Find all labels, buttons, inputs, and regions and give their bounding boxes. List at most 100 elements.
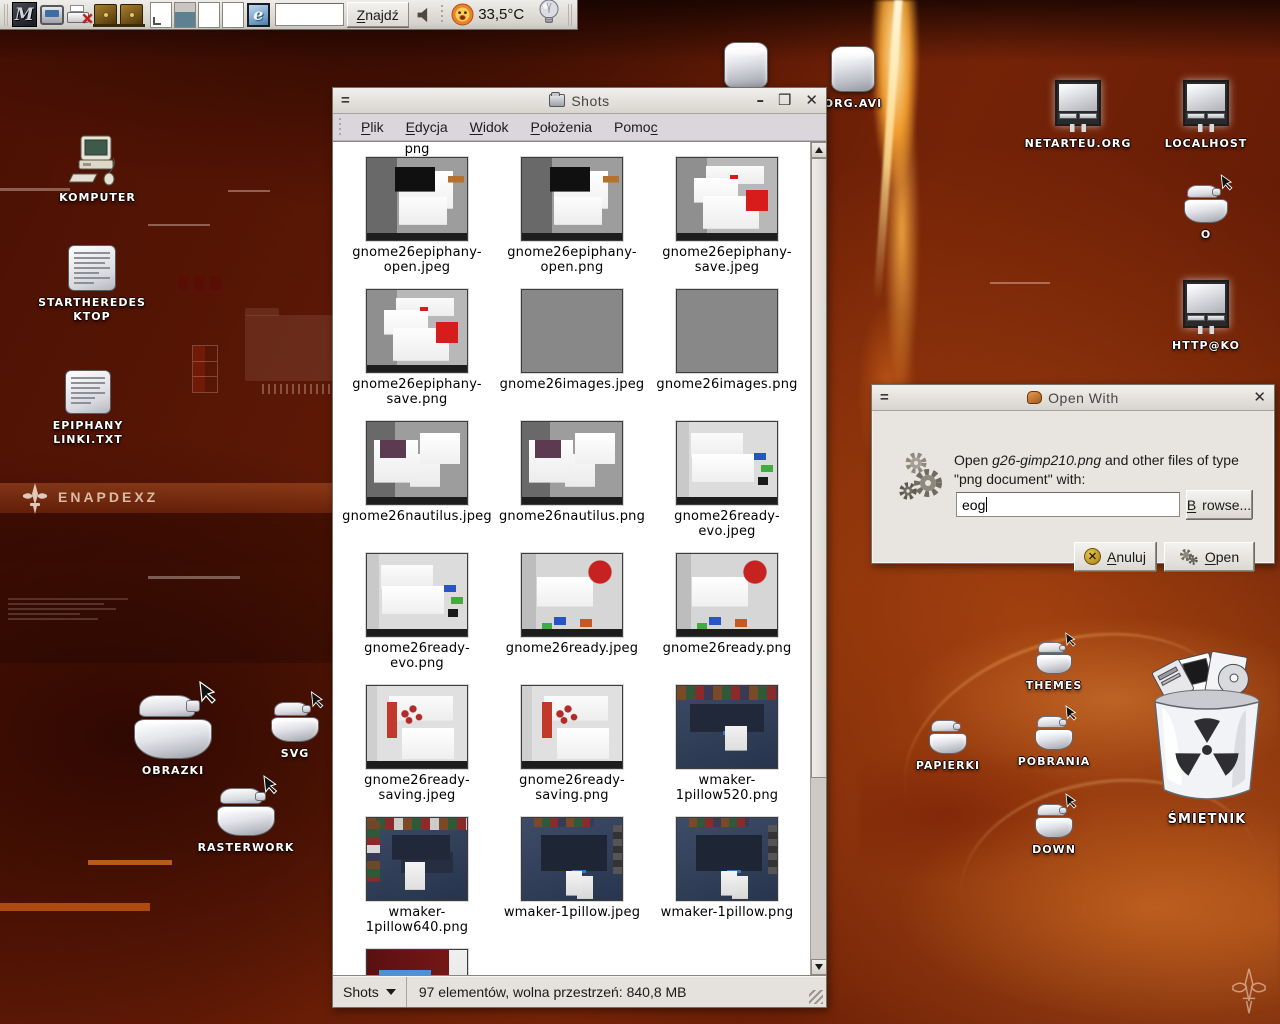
file-item[interactable]: gnome26epiphany-open.jpeg — [342, 157, 492, 289]
open-button[interactable]: Open — [1164, 542, 1254, 571]
file-item[interactable]: gnome26ready.jpeg — [497, 553, 647, 685]
file-item[interactable]: gnome26epiphany-save.png — [342, 289, 492, 421]
fleur-ornament-icon — [1228, 966, 1270, 1016]
launcher-menu[interactable]: M — [12, 2, 37, 28]
launcher-epiphany[interactable]: e — [247, 2, 270, 28]
browse-button[interactable]: Browse... — [1186, 490, 1252, 519]
menu-edycja[interactable]: Edycja — [395, 115, 459, 139]
desktop-icon-smietnik[interactable]: ŚMIETNIK — [1132, 650, 1280, 827]
workspace-4[interactable] — [222, 2, 244, 28]
desktop-icon-svg[interactable]: SVG — [250, 702, 340, 761]
desktop-icon-epiphany-linki[interactable]: EPIPHANY LINKI.TXT — [28, 370, 148, 447]
shots-statusbar: Shots 97 elementów, wolna przestrzeń: 84… — [333, 976, 826, 1007]
gears-icon — [1179, 548, 1199, 566]
gears-icon — [898, 449, 950, 503]
desktop-icon-starthere[interactable]: STARTHEREDES KTOP — [28, 245, 156, 324]
flat-monitor-icon — [1183, 280, 1229, 328]
file-name: gnome26ready-evo.jpeg — [652, 509, 802, 539]
desktop-icon-label: THEMES — [1026, 679, 1083, 693]
desktop-icon-label: OBRAZKI — [142, 764, 204, 778]
file-item[interactable]: gnome26ready-saving.png — [497, 685, 647, 817]
file-item[interactable]: gnome26ready-evo.png — [342, 553, 492, 685]
desktop-icon-komputer[interactable]: KOMPUTER — [45, 134, 150, 205]
file-item[interactable]: wmaker-1pillow.png — [652, 817, 802, 949]
close-button[interactable]: ✕ — [805, 93, 818, 108]
command-entry[interactable] — [275, 3, 344, 26]
workspace-1[interactable] — [150, 2, 172, 28]
desktop-icon-down[interactable]: DOWN — [1012, 804, 1096, 857]
file-item[interactable]: gnome26images.jpeg — [497, 289, 647, 421]
file-view[interactable]: png gnome26epiphany-open.jpeg gnome26epi… — [333, 141, 826, 976]
scroll-up-button[interactable] — [811, 142, 826, 158]
file-item[interactable] — [342, 949, 492, 976]
workspace-3[interactable] — [198, 2, 220, 28]
window-menu-icon[interactable]: = — [341, 92, 361, 109]
file-item[interactable]: gnome26epiphany-open.png — [497, 157, 647, 289]
menu-pomoc[interactable]: Pomoc — [603, 115, 669, 139]
file-item[interactable]: wmaker-1pillow520.png — [652, 685, 802, 817]
application-input[interactable]: eog — [956, 492, 1180, 517]
launcher-terminal[interactable] — [40, 2, 64, 28]
scroll-down-button[interactable] — [811, 959, 826, 975]
file-name: wmaker-1pillow.jpeg — [497, 905, 647, 920]
shots-titlebar[interactable]: = Shots – ❒ ✕ — [333, 88, 826, 114]
menubar-grip[interactable] — [337, 118, 344, 137]
maximize-button[interactable]: ❒ — [778, 93, 791, 108]
window-title: Shots — [571, 93, 609, 109]
file-item[interactable]: gnome26ready.png — [652, 553, 802, 685]
speaker-icon[interactable] — [416, 5, 434, 25]
file-item[interactable]: gnome26ready-evo.jpeg — [652, 421, 802, 553]
file-thumbnail — [521, 685, 623, 769]
desktop-icon-label: LOCALHOST — [1165, 137, 1248, 151]
file-thumbnail — [521, 157, 623, 241]
location-button[interactable]: Shots — [333, 977, 407, 1007]
file-item[interactable]: gnome26nautilus.jpeg — [342, 421, 492, 553]
desktop-icon-netarteu[interactable]: NETARTEU.ORG — [1022, 80, 1134, 151]
wallpaper-dash — [148, 576, 240, 579]
desktop-icon-pobrania[interactable]: POBRANIA — [1010, 716, 1098, 769]
file-item[interactable]: gnome26nautilus.png — [497, 421, 647, 553]
resize-grip[interactable] — [804, 977, 826, 1007]
shots-title-group: Shots — [333, 93, 826, 109]
desktop-icon-label: NETARTEU.ORG — [1025, 137, 1132, 151]
menu-widok[interactable]: Widok — [459, 115, 520, 139]
desktop-icon-obrazki[interactable]: OBRAZKI — [118, 695, 228, 778]
vertical-scrollbar[interactable] — [810, 142, 826, 975]
desktop-icon-papierki[interactable]: PAPIERKI — [903, 720, 993, 773]
file-item[interactable]: wmaker-1pillow.jpeg — [497, 817, 647, 949]
file-name: gnome26epiphany-open.png — [497, 245, 647, 275]
temperature-applet[interactable]: 33,5°C — [451, 3, 524, 26]
cancel-button[interactable]: ✕ Anuluj — [1074, 542, 1156, 571]
scrollbar-thumb[interactable] — [811, 158, 826, 778]
panel-edge-handle[interactable] — [568, 4, 573, 26]
menu-plik[interactable]: Plik — [350, 115, 395, 139]
drawer-1[interactable] — [94, 2, 117, 28]
file-item[interactable]: wmaker-1pillow640.png — [342, 817, 492, 949]
menu-położenia[interactable]: Położenia — [520, 115, 604, 139]
desktop-icon-rasterwork[interactable]: RASTERWORK — [180, 788, 312, 855]
find-button[interactable]: Znajdź — [347, 2, 409, 27]
grab-handle[interactable] — [440, 5, 444, 25]
panel-edge-handle[interactable] — [4, 4, 9, 26]
dialog-titlebar[interactable]: = Open With ✕ — [872, 385, 1274, 411]
folder-cursor-icon — [134, 695, 212, 759]
file-thumbnail — [521, 553, 623, 637]
launcher-printer[interactable]: ✕ — [67, 2, 91, 28]
file-item[interactable]: gnome26epiphany-save.jpeg — [652, 157, 802, 289]
workspace-2-active[interactable] — [174, 2, 196, 28]
close-button[interactable]: ✕ — [1253, 390, 1266, 405]
file-item[interactable]: gnome26ready-saving.jpeg — [342, 685, 492, 817]
file-item[interactable]: gnome26images.png — [652, 289, 802, 421]
wallpaper-tiny-text — [8, 598, 128, 623]
file-thumbnail — [676, 817, 778, 901]
minimize-button[interactable]: – — [756, 93, 764, 108]
desktop-icon-httpko[interactable]: HTTP@KO — [1150, 280, 1262, 353]
desktop-icon-file[interactable] — [722, 42, 770, 89]
window-menu-icon[interactable]: = — [880, 389, 900, 406]
desktop-icon-localhost[interactable]: LOCALHOST — [1150, 80, 1262, 151]
desktop-icon-themes[interactable]: THEMES — [1012, 642, 1096, 693]
drawer-2[interactable] — [120, 2, 143, 28]
desktop-icon-org-avi[interactable]: ORG.AVI — [818, 46, 888, 111]
desktop-icon-o[interactable]: O — [1180, 185, 1232, 242]
lightbulb-applet[interactable] — [537, 0, 561, 31]
